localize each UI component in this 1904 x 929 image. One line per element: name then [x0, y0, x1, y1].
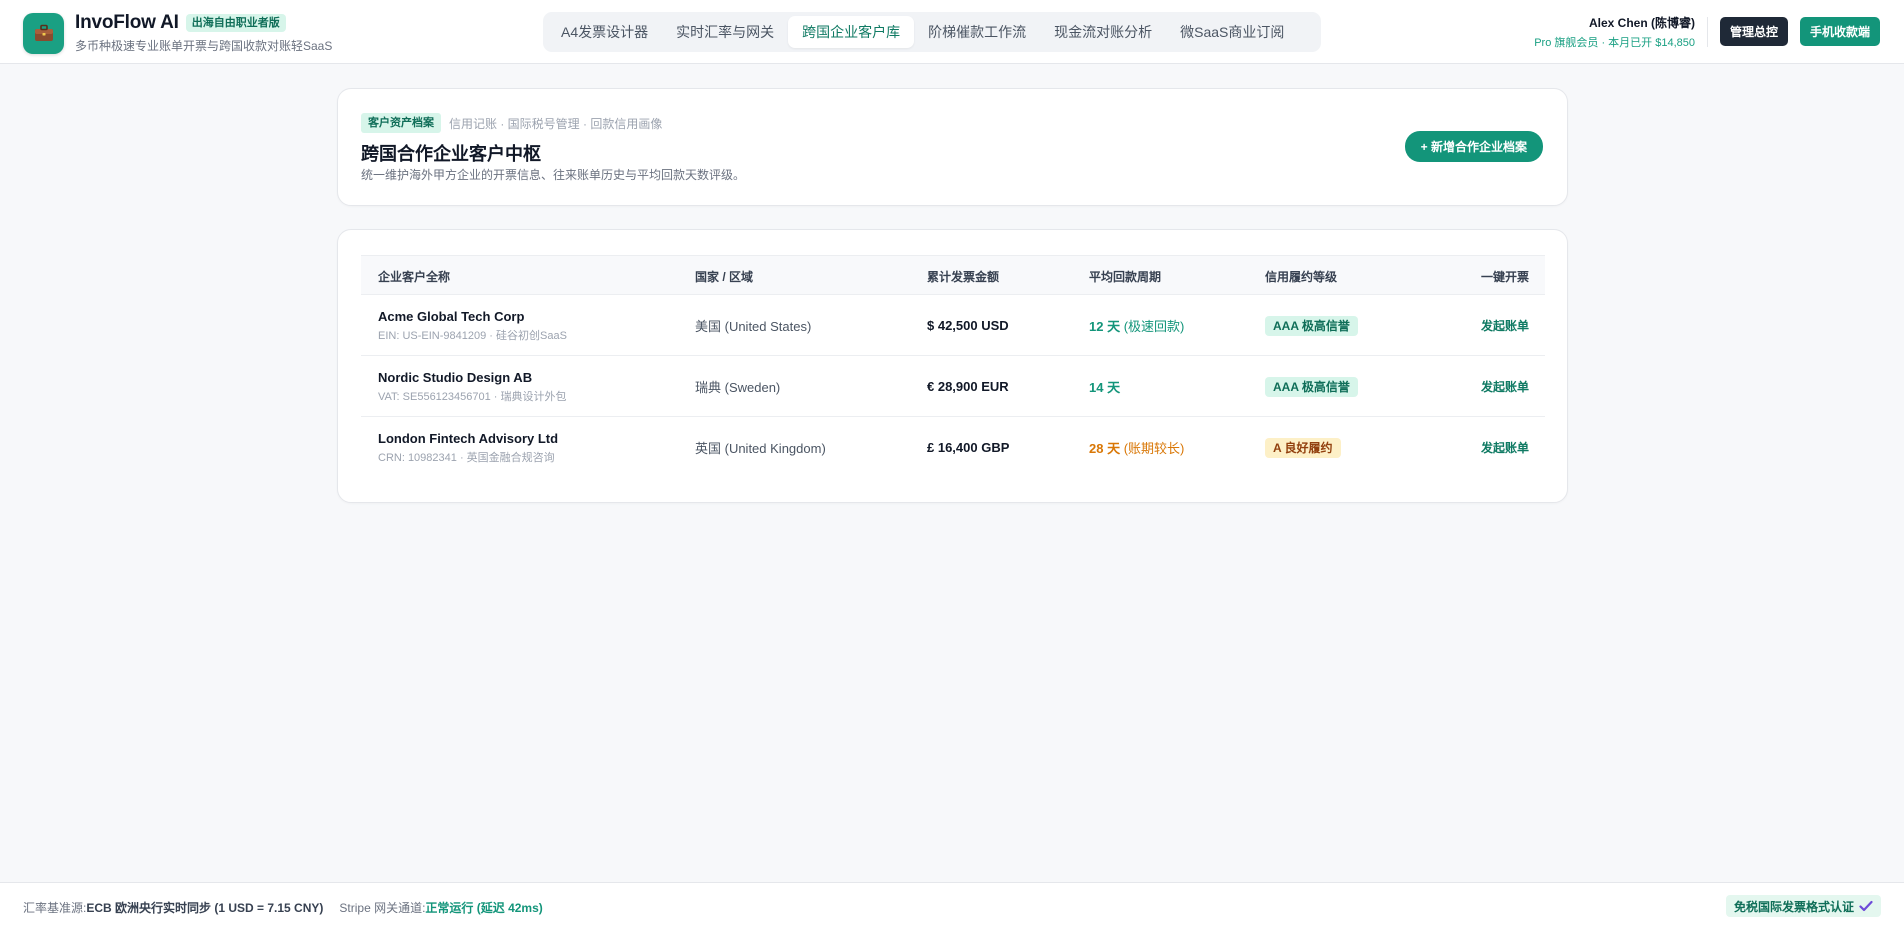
create-invoice-link[interactable]: 发起账单 — [1481, 378, 1529, 395]
section-tagline: 信用记账 · 国际税号管理 · 回款信用画像 — [449, 116, 663, 131]
table-row[interactable]: Acme Global Tech Corp EIN: US-EIN-984120… — [361, 295, 1545, 356]
client-table: 企业客户全称 国家 / 区域 累计发票金额 平均回款周期 信用履约等级 一键开票… — [361, 255, 1545, 478]
client-tax-id: CRN: 10982341 · 英国金融合规咨询 — [378, 451, 555, 464]
header-country: 国家 / 区域 — [695, 269, 754, 284]
tab-dunning-workflow[interactable]: 阶梯催款工作流 — [914, 16, 1040, 48]
client-name: Acme Global Tech Corp — [378, 308, 525, 324]
cycle-cell: 14 天 — [1089, 356, 1120, 417]
amount-cell: € 28,900 EUR — [927, 356, 1009, 417]
client-name: Nordic Studio Design AB — [378, 369, 533, 385]
rate-source-value: ECB 欧洲央行实时同步 (1 USD = 7.15 CNY) — [86, 901, 324, 915]
client-hub-header-card: 客户资产档案 信用记账 · 国际税号管理 · 回款信用画像 跨国合作企业客户中枢… — [337, 88, 1568, 206]
payment-cycle: 14 天 — [1089, 377, 1120, 396]
table-row[interactable]: Nordic Studio Design AB VAT: SE556123456… — [361, 356, 1545, 417]
cycle-days: 28 天 — [1089, 441, 1121, 456]
grade-cell: A 良好履约 — [1265, 417, 1341, 478]
check-icon — [1859, 900, 1873, 912]
header-amount: 累计发票金额 — [927, 269, 1000, 284]
header-divider — [1707, 17, 1708, 47]
table-header: 企业客户全称 国家 / 区域 累计发票金额 平均回款周期 信用履约等级 一键开票 — [361, 255, 1545, 295]
cycle-note: (账期较长) — [1120, 441, 1185, 456]
tab-client-library[interactable]: 跨国企业客户库 — [788, 16, 915, 48]
tab-invoice-designer[interactable]: A4发票设计器 — [547, 16, 662, 48]
create-invoice-link[interactable]: 发起账单 — [1481, 317, 1529, 334]
invoice-total: £ 16,400 GBP — [927, 440, 1010, 455]
top-bar: InvoFlow AI 出海自由职业者版 多币种极速专业账单开票与跨国收款对账轻… — [0, 0, 1904, 64]
country-cell: 英国 (United Kingdom) — [695, 417, 826, 478]
page-description: 统一维护海外甲方企业的开票信息、往来账单历史与平均回款天数评级。 — [361, 168, 746, 182]
page-title: 跨国合作企业客户中枢 — [361, 144, 541, 164]
rate-source-label: 汇率基准源: — [23, 901, 87, 915]
client-table-card: 企业客户全称 国家 / 区域 累计发票金额 平均回款周期 信用履约等级 一键开票… — [337, 229, 1568, 503]
payment-cycle: 12 天 (极速回款) — [1089, 316, 1184, 335]
mobile-payment-button[interactable]: 手机收款端 — [1800, 17, 1881, 46]
client-country: 美国 (United States) — [695, 319, 812, 334]
brand-subtitle: 多币种极速专业账单开票与跨国收款对账轻SaaS — [75, 39, 333, 53]
edition-badge: 出海自由职业者版 — [185, 14, 286, 32]
invoice-total: $ 42,500 USD — [927, 318, 1009, 333]
country-cell: 美国 (United States) — [695, 295, 811, 356]
cycle-days: 12 天 — [1089, 319, 1121, 334]
action-cell: 发起账单 — [1481, 356, 1529, 417]
tab-exchange-gateway[interactable]: 实时汇率与网关 — [662, 16, 788, 48]
client-country: 瑞典 (Sweden) — [695, 380, 781, 395]
header-cycle: 平均回款周期 — [1089, 269, 1162, 284]
cycle-note: (极速回款) — [1120, 319, 1185, 334]
table-row[interactable]: London Fintech Advisory Ltd CRN: 1098234… — [361, 417, 1545, 478]
action-cell: 发起账单 — [1481, 417, 1529, 478]
credit-grade-badge: AAA 极高信誉 — [1265, 376, 1358, 397]
client-name-cell: London Fintech Advisory Ltd CRN: 1098234… — [378, 417, 558, 478]
user-plan: Pro 旗舰会员 · 本月已开 $14,850 — [1534, 37, 1695, 49]
brand-text: InvoFlow AI 出海自由职业者版 多币种极速专业账单开票与跨国收款对账轻… — [75, 12, 332, 54]
credit-grade-badge: AAA 极高信誉 — [1265, 315, 1358, 336]
credit-grade-badge: A 良好履约 — [1265, 437, 1341, 458]
payment-cycle: 28 天 (账期较长) — [1089, 438, 1184, 457]
certification-badge: 免税国际发票格式认证 — [1725, 895, 1881, 917]
client-name-cell: Acme Global Tech Corp EIN: US-EIN-984120… — [378, 295, 567, 356]
brand[interactable]: InvoFlow AI 出海自由职业者版 多币种极速专业账单开票与跨国收款对账轻… — [23, 12, 332, 54]
amount-cell: $ 42,500 USD — [927, 295, 1009, 356]
client-name-cell: Nordic Studio Design AB VAT: SE556123456… — [378, 356, 567, 417]
gateway-status: 正常运行 (延迟 42ms) — [425, 901, 543, 915]
main-nav: A4发票设计器 实时汇率与网关 跨国企业客户库 阶梯催款工作流 现金流对账分析 … — [543, 12, 1321, 52]
gateway-label: Stripe 网关通道: — [339, 901, 426, 915]
header-client-name: 企业客户全称 — [378, 269, 451, 284]
hero-tag-row: 客户资产档案 信用记账 · 国际税号管理 · 回款信用画像 — [361, 113, 662, 133]
certification-label: 免税国际发票格式认证 — [1733, 899, 1854, 914]
client-country: 英国 (United Kingdom) — [695, 441, 826, 456]
header-action: 一键开票 — [1480, 269, 1529, 284]
client-name: London Fintech Advisory Ltd — [378, 430, 559, 446]
create-invoice-link[interactable]: 发起账单 — [1481, 439, 1529, 456]
invoice-total: € 28,900 EUR — [927, 379, 1009, 394]
tab-cashflow-analysis[interactable]: 现金流对账分析 — [1040, 16, 1166, 48]
grade-cell: AAA 极高信誉 — [1265, 356, 1358, 417]
cycle-cell: 28 天 (账期较长) — [1089, 417, 1184, 478]
brand-name: InvoFlow AI — [75, 12, 179, 33]
footer-status: 汇率基准源: ECB 欧洲央行实时同步 (1 USD = 7.15 CNY) S… — [23, 899, 543, 916]
tab-saas-subscription[interactable]: 微SaaS商业订阅 — [1166, 16, 1298, 48]
amount-cell: £ 16,400 GBP — [927, 417, 1009, 478]
client-tax-id: EIN: US-EIN-9841209 · 硅谷初创SaaS — [378, 329, 567, 342]
admin-console-button[interactable]: 管理总控 — [1720, 17, 1789, 46]
header-grade: 信用履约等级 — [1265, 269, 1338, 284]
add-client-button[interactable]: + 新增合作企业档案 — [1404, 131, 1543, 162]
client-tax-id: VAT: SE556123456701 · 瑞典设计外包 — [378, 390, 567, 403]
status-footer: 汇率基准源: ECB 欧洲央行实时同步 (1 USD = 7.15 CNY) S… — [0, 882, 1904, 929]
user-info[interactable]: Alex Chen (陈博睿) Pro 旗舰会员 · 本月已开 $14,850 — [1534, 14, 1695, 50]
country-cell: 瑞典 (Sweden) — [695, 356, 780, 417]
user-name: Alex Chen (陈博睿) — [1588, 16, 1695, 30]
action-cell: 发起账单 — [1481, 295, 1529, 356]
cycle-cell: 12 天 (极速回款) — [1089, 295, 1184, 356]
grade-cell: AAA 极高信誉 — [1265, 295, 1358, 356]
cycle-days: 14 天 — [1089, 380, 1121, 395]
section-tag: 客户资产档案 — [361, 113, 441, 133]
briefcase-icon — [23, 12, 64, 54]
